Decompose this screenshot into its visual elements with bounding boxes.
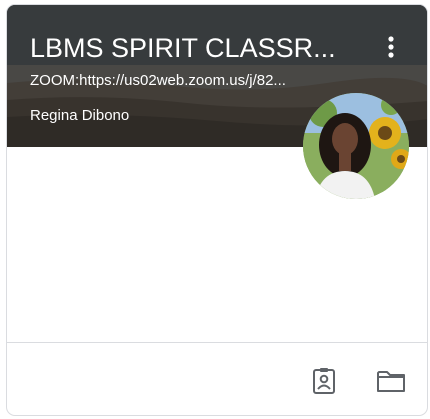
more-vert-icon — [388, 36, 394, 58]
card-footer — [7, 342, 427, 415]
class-card[interactable]: LBMS SPIRIT CLASSR... ZOOM:https://us02w… — [6, 4, 428, 416]
your-work-button[interactable] — [308, 365, 340, 397]
teacher-name: Regina Dibono — [30, 107, 130, 124]
class-title[interactable]: LBMS SPIRIT CLASSR... — [30, 31, 350, 65]
class-section[interactable]: ZOOM:https://us02web.zoom.us/j/82... — [30, 71, 350, 91]
class-folder-button[interactable] — [375, 365, 407, 397]
folder-icon — [377, 371, 405, 392]
card-body[interactable] — [7, 147, 427, 342]
more-options-button[interactable] — [379, 31, 403, 63]
assignment-ind-icon — [313, 368, 335, 394]
